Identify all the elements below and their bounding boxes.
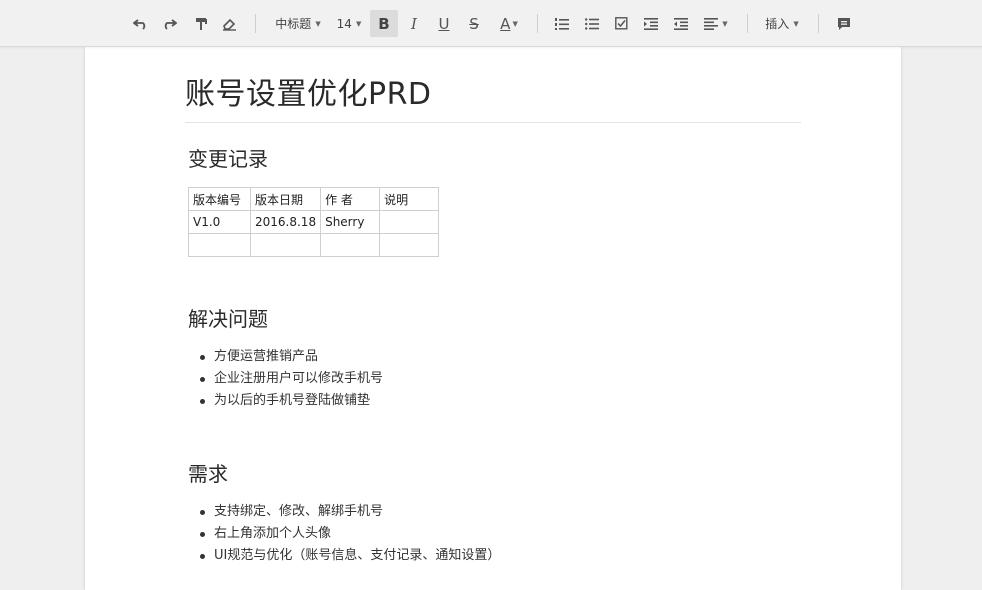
toolbar-separator xyxy=(255,14,256,33)
table-cell[interactable]: V1.0 xyxy=(188,210,251,234)
bullet-list-icon[interactable] xyxy=(581,10,603,37)
align-select[interactable]: ▼ xyxy=(700,10,732,37)
section-heading-changelog[interactable]: 变更记录 xyxy=(188,143,268,172)
list-item[interactable]: 支持绑定、修改、解绑手机号 xyxy=(188,501,500,523)
insert-menu[interactable]: 插入 ▼ xyxy=(760,10,804,37)
comment-icon[interactable] xyxy=(833,10,855,37)
table-cell[interactable]: 2016.8.18 xyxy=(249,210,322,234)
table-cell[interactable] xyxy=(379,210,440,234)
table-header-cell[interactable]: 版本编号 xyxy=(188,187,251,211)
changelog-table[interactable]: 版本编号 版本日期 作 者 说明 V1.0 2016.8.18 Sherry xyxy=(188,187,440,257)
paint-format-icon[interactable] xyxy=(190,10,212,37)
chevron-down-icon: ▼ xyxy=(512,19,518,28)
insert-menu-label: 插入 xyxy=(765,17,790,31)
table-row xyxy=(188,233,440,257)
list-item[interactable]: 右上角添加个人头像 xyxy=(188,523,500,545)
outdent-icon[interactable] xyxy=(670,10,692,37)
document-title[interactable]: 账号设置优化PRD xyxy=(185,69,432,113)
strikethrough-label: S xyxy=(469,14,479,33)
redo-icon[interactable] xyxy=(158,10,180,37)
chevron-down-icon: ▼ xyxy=(355,19,362,28)
checklist-icon[interactable] xyxy=(610,10,632,37)
section-heading-problems[interactable]: 解决问题 xyxy=(188,303,268,332)
problems-list: 方便运营推销产品 企业注册用户可以修改手机号 为以后的手机号登陆做铺垫 xyxy=(188,346,383,412)
font-size-label: 14 xyxy=(336,16,352,31)
list-item[interactable]: UI规范与优化（账号信息、支付记录、通知设置） xyxy=(188,545,500,567)
underline-label: U xyxy=(438,14,450,33)
bold-button[interactable]: B xyxy=(370,10,398,37)
section-heading-requirements[interactable]: 需求 xyxy=(188,458,228,487)
chevron-down-icon: ▼ xyxy=(722,19,728,28)
table-header-cell[interactable]: 作 者 xyxy=(320,187,381,211)
table-cell[interactable] xyxy=(320,233,381,257)
underline-button[interactable]: U xyxy=(432,10,456,37)
table-cell[interactable] xyxy=(249,233,322,257)
toolbar-separator xyxy=(537,14,538,33)
font-size-select[interactable]: 14 ▼ xyxy=(333,10,365,37)
table-header-cell[interactable]: 版本日期 xyxy=(249,187,322,211)
document-page[interactable]: 账号设置优化PRD 变更记录 版本编号 版本日期 作 者 说明 V1.0 201… xyxy=(85,47,901,590)
italic-label: I xyxy=(411,14,417,33)
strikethrough-button[interactable]: S xyxy=(462,10,486,37)
chevron-down-icon: ▼ xyxy=(793,19,799,28)
requirements-list: 支持绑定、修改、解绑手机号 右上角添加个人头像 UI规范与优化（账号信息、支付记… xyxy=(188,501,500,567)
table-header-row: 版本编号 版本日期 作 者 说明 xyxy=(188,187,440,211)
ordered-list-icon[interactable] xyxy=(551,10,573,37)
toolbar-separator xyxy=(818,14,819,33)
indent-icon[interactable] xyxy=(640,10,662,37)
text-color-button[interactable]: A ▼ xyxy=(494,10,524,37)
text-color-label: A xyxy=(500,14,511,33)
heading-select[interactable]: 中标题 ▼ xyxy=(270,10,326,37)
table-cell[interactable] xyxy=(379,233,440,257)
table-cell[interactable]: Sherry xyxy=(320,210,381,234)
table-row: V1.0 2016.8.18 Sherry xyxy=(188,210,440,234)
undo-icon[interactable] xyxy=(130,10,152,37)
italic-button[interactable]: I xyxy=(402,10,426,37)
table-header-cell[interactable]: 说明 xyxy=(379,187,440,211)
toolbar-separator xyxy=(747,14,748,33)
chevron-down-icon: ▼ xyxy=(315,19,321,28)
heading-select-label: 中标题 xyxy=(275,17,312,31)
list-item[interactable]: 方便运营推销产品 xyxy=(188,346,383,368)
align-left-icon xyxy=(704,17,719,30)
title-divider xyxy=(185,122,801,123)
table-cell[interactable] xyxy=(188,233,251,257)
editor-toolbar: 中标题 ▼ 14 ▼ B I U S A ▼ ▼ 插入 ▼ xyxy=(0,0,982,47)
bold-label: B xyxy=(378,14,390,33)
eraser-icon[interactable] xyxy=(218,10,240,37)
list-item[interactable]: 为以后的手机号登陆做铺垫 xyxy=(188,390,383,412)
list-item[interactable]: 企业注册用户可以修改手机号 xyxy=(188,368,383,390)
